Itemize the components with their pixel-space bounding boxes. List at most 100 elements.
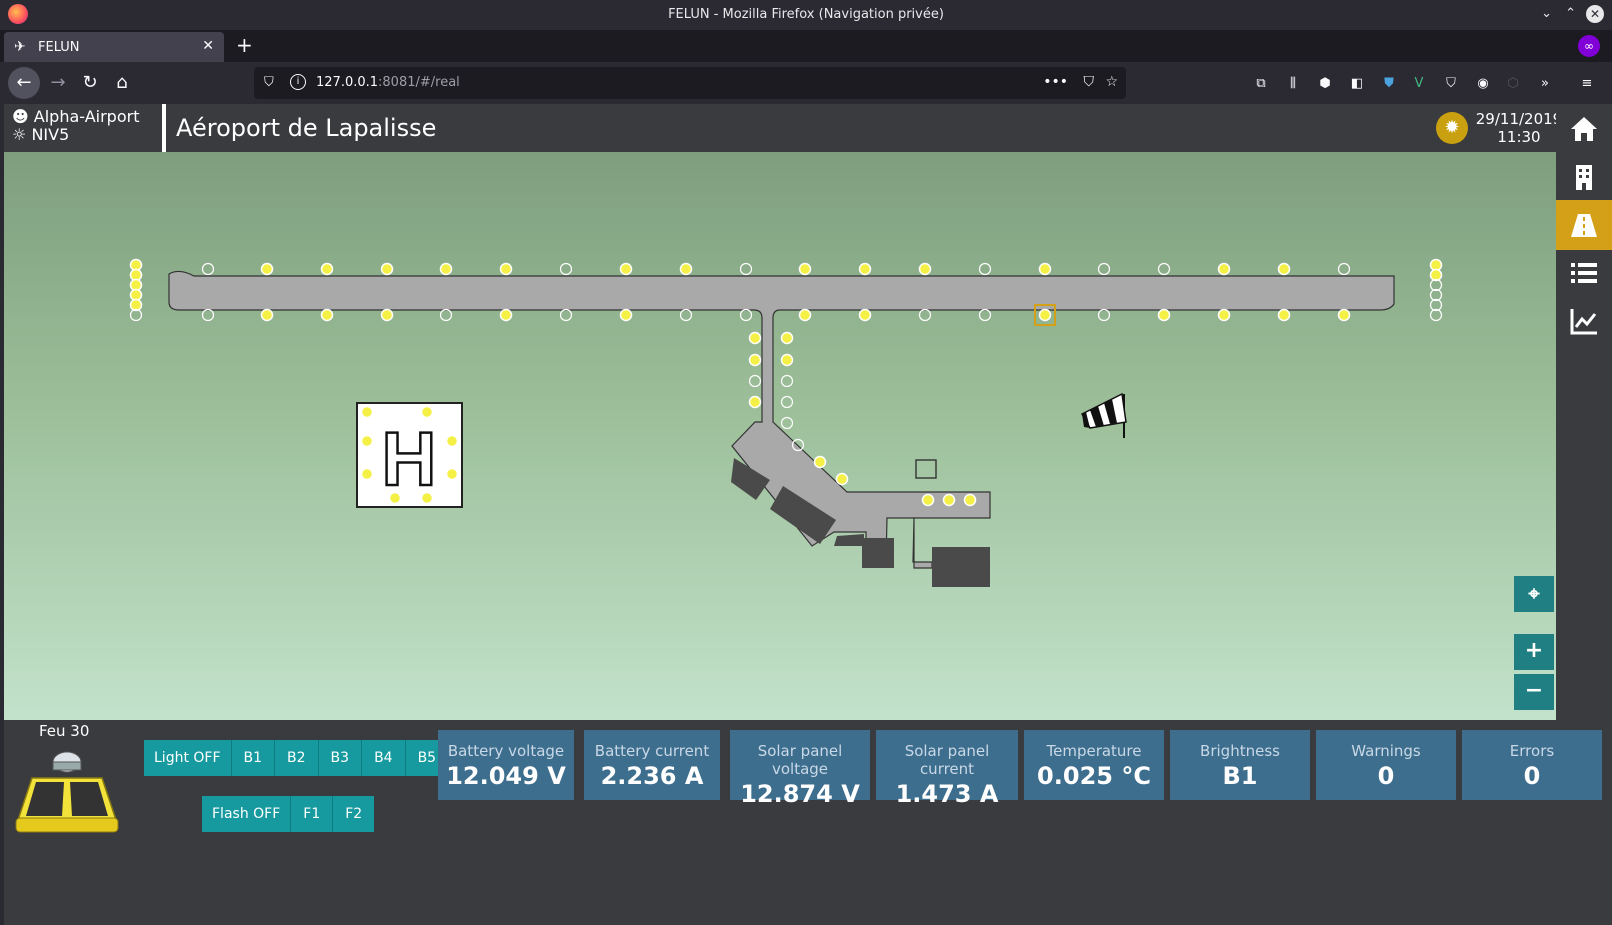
taxiway-light[interactable] (835, 472, 849, 486)
close-window-icon[interactable]: ✕ (1586, 5, 1604, 23)
runway-light[interactable] (559, 308, 573, 322)
bookmark-star-icon[interactable]: ☆ (1105, 74, 1118, 90)
extension-badge-icon[interactable]: ⛊ (1380, 76, 1398, 92)
brightness-b2-button[interactable]: B2 (275, 740, 319, 776)
zoom-in-button[interactable]: + (1514, 634, 1554, 670)
runway-light[interactable] (201, 262, 215, 276)
runway-light[interactable] (1157, 262, 1171, 276)
sidebar-item-home[interactable] (1556, 104, 1612, 154)
sidebar-item-charts[interactable] (1556, 296, 1612, 346)
airport-map[interactable]: H ⌖ + − (4, 152, 1556, 720)
flash-f2-button[interactable]: F2 (333, 796, 375, 832)
site-info-icon[interactable]: i (290, 74, 306, 90)
runway-light[interactable] (978, 308, 992, 322)
tab-felun[interactable]: ✈ FELUN ✕ (4, 32, 224, 62)
runway-light[interactable] (380, 308, 394, 322)
forward-button[interactable]: → (42, 67, 74, 99)
flash-f1-button[interactable]: F1 (291, 796, 334, 832)
taxiway-light[interactable] (813, 455, 827, 469)
taxiway-light[interactable] (780, 331, 794, 345)
runway-light[interactable] (679, 308, 693, 322)
url-text[interactable]: 127.0.0.1:8081/#/real (316, 75, 460, 90)
taxiway-light[interactable] (748, 353, 762, 367)
heliport-light[interactable] (445, 467, 459, 481)
runway-light[interactable] (619, 262, 633, 276)
map-canvas[interactable]: H (4, 152, 1556, 720)
runway-light[interactable] (619, 308, 633, 322)
sidebar-item-runway[interactable] (1556, 200, 1612, 250)
maximize-icon[interactable]: ⌃ (1565, 6, 1576, 21)
runway-light[interactable] (499, 308, 513, 322)
overflow-menu-icon[interactable]: » (1536, 76, 1554, 92)
runway-light[interactable] (1277, 262, 1291, 276)
runway-light[interactable] (439, 262, 453, 276)
runway-light[interactable] (201, 308, 215, 322)
runway-light[interactable] (798, 262, 812, 276)
reload-button[interactable]: ↻ (74, 67, 106, 99)
taxiway-light[interactable] (748, 374, 762, 388)
runway-light[interactable] (260, 308, 274, 322)
runway-light[interactable] (858, 262, 872, 276)
threshold-light[interactable] (1429, 288, 1443, 302)
taxiway-light[interactable] (942, 493, 956, 507)
runway-light[interactable] (1038, 262, 1052, 276)
runway-light[interactable] (1277, 308, 1291, 322)
home-browser-button[interactable]: ⌂ (106, 67, 138, 99)
runway-light[interactable] (320, 262, 334, 276)
runway-light[interactable] (1337, 308, 1351, 322)
heliport-light[interactable] (360, 467, 374, 481)
taxiway-light[interactable] (780, 353, 794, 367)
account-icon[interactable]: ◉ (1474, 76, 1492, 92)
sidebar-toggle-icon[interactable]: ◧ (1348, 76, 1366, 92)
taxiway-light[interactable] (748, 395, 762, 409)
runway-light[interactable] (918, 262, 932, 276)
brightness-b4-button[interactable]: B4 (362, 740, 406, 776)
runway-light[interactable] (978, 262, 992, 276)
runway-light[interactable] (798, 308, 812, 322)
taxiway-light[interactable] (748, 331, 762, 345)
heliport-light[interactable] (420, 405, 434, 419)
synced-tabs-icon[interactable]: ⧉ (1252, 76, 1270, 92)
runway-light[interactable] (499, 262, 513, 276)
brightness-b1-button[interactable]: B1 (231, 740, 276, 776)
runway-light[interactable] (1217, 262, 1231, 276)
taxiway-light[interactable] (780, 416, 794, 430)
threshold-light[interactable] (129, 298, 143, 312)
new-tab-button[interactable]: + (236, 33, 253, 57)
runway-light[interactable] (1097, 262, 1111, 276)
minimize-icon[interactable]: ⌄ (1541, 6, 1552, 21)
threshold-light[interactable] (1429, 308, 1443, 322)
runway-light[interactable] (1038, 308, 1052, 322)
runway-light[interactable] (918, 308, 932, 322)
runway-light[interactable] (559, 262, 573, 276)
flash-off-button[interactable]: Flash OFF (202, 796, 292, 832)
sidebar-item-buildings[interactable] (1556, 152, 1612, 202)
runway-light[interactable] (320, 308, 334, 322)
back-button[interactable]: ← (8, 67, 40, 99)
sun-icon[interactable]: ✹ (1436, 112, 1468, 144)
page-actions-icon[interactable]: ••• (1043, 74, 1068, 90)
taxiway-light[interactable] (921, 493, 935, 507)
runway-light[interactable] (739, 308, 753, 322)
adblock-icon[interactable]: ⬢ (1316, 76, 1334, 92)
taxiway-light[interactable] (963, 493, 977, 507)
vue-devtools-icon[interactable]: V (1410, 76, 1428, 92)
runway-light[interactable] (679, 262, 693, 276)
library-icon[interactable]: ⫼ (1284, 76, 1302, 92)
pocket-icon[interactable]: ⛉ (1084, 74, 1095, 90)
runway-light[interactable] (380, 262, 394, 276)
heliport-light[interactable] (360, 405, 374, 419)
runway-light[interactable] (260, 262, 274, 276)
heliport-light[interactable] (388, 491, 402, 505)
sidebar-item-list[interactable] (1556, 248, 1612, 298)
heliport-light[interactable] (360, 434, 374, 448)
zoom-out-button[interactable]: − (1514, 674, 1554, 710)
heliport-light[interactable] (420, 491, 434, 505)
hamburger-menu-icon[interactable]: ≡ (1578, 76, 1596, 92)
extension-disabled-icon[interactable]: ⬡ (1504, 76, 1522, 92)
heliport-light[interactable] (445, 434, 459, 448)
runway-light[interactable] (1217, 308, 1231, 322)
close-tab-icon[interactable]: ✕ (202, 38, 214, 54)
runway-light[interactable] (1157, 308, 1171, 322)
taxiway-light[interactable] (780, 374, 794, 388)
